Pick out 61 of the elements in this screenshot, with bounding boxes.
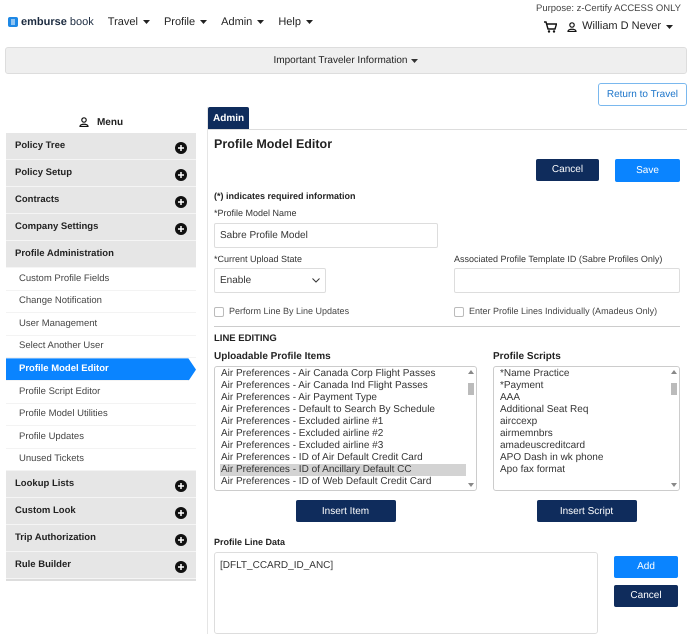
list-option[interactable]: Air Preferences - Excluded airline #3 <box>220 440 466 452</box>
nav-menu[interactable]: Help <box>278 14 313 30</box>
section-heading: LINE EDITING <box>214 332 278 346</box>
list-box[interactable]: *Name Practice *Payment AAA Additional Seat Req airccexp airmemnbrs amadeuscreditcard APO Dash in wk phone Apo fax format <box>493 366 680 491</box>
menu-title: Menu <box>96 116 124 130</box>
list-option[interactable]: Air Preferences - ID of Ancillary Default CC <box>220 464 466 476</box>
list-option[interactable]: Air Preferences - Air Canada Ind Flight Passes <box>220 380 466 392</box>
user-menu[interactable]: William D Never <box>567 18 673 35</box>
menu-group[interactable]: Rule Builder <box>6 552 196 580</box>
required-note: (*) indicates required information <box>214 190 357 203</box>
info-banner[interactable]: Important Traveler Information <box>5 47 687 74</box>
menu-group[interactable]: Policy Tree <box>6 133 196 160</box>
list-option[interactable]: Air Preferences - ID of Air Default Credit Card <box>220 452 466 464</box>
menu-group[interactable]: Profile Administration <box>6 241 196 268</box>
menu-item[interactable]: Profile Model Editor <box>6 358 196 381</box>
list-option[interactable]: Air Preferences - Air Canada Corp Flight Passes <box>220 368 466 380</box>
save-button[interactable]: Save <box>615 158 680 182</box>
list-option[interactable]: Air Preferences - Excluded airline #1 <box>220 416 466 428</box>
list-option[interactable]: *Name Practice <box>499 368 669 380</box>
list-option[interactable]: Apo fax format <box>499 464 669 476</box>
field-label: *Profile Model Name <box>214 207 298 220</box>
list-label: Uploadable Profile Items <box>214 350 332 364</box>
menu-group[interactable]: Company Settings <box>6 214 196 241</box>
list-option[interactable]: APO Dash in wk phone <box>499 452 669 464</box>
field-label: Associated Profile Template ID (Sabre Profiles Only) <box>454 252 664 266</box>
list-option[interactable]: airccexp <box>499 416 669 428</box>
checkbox-label: Enter Profile Lines Individually (Amadeus Only) <box>469 305 658 318</box>
menu-group[interactable]: Contracts <box>6 187 196 214</box>
add-button[interactable]: Add <box>614 556 678 578</box>
insert-button[interactable]: Insert Item <box>296 500 396 522</box>
nav-menu[interactable]: Travel <box>108 14 150 30</box>
input-field[interactable]: Sabre Profile Model <box>214 222 438 248</box>
return-button[interactable]: Return to Travel <box>598 83 687 106</box>
cancel-button[interactable]: Cancel <box>536 158 599 181</box>
checkbox-label: Perform Line By Line Updates <box>229 305 350 318</box>
tab[interactable]: Admin <box>208 107 250 129</box>
field-label: *Current Upload State <box>214 252 304 266</box>
list-option[interactable]: Air Preferences - Default to Search By Schedule <box>220 404 466 416</box>
list-option[interactable]: Additional Seat Req <box>499 404 669 416</box>
list-option[interactable]: airmemnbrs <box>499 428 669 440</box>
select-field[interactable]: Enable <box>214 268 326 294</box>
list-option[interactable]: Air Preferences - ID of Web Default Credit Card <box>220 476 466 488</box>
menu-group[interactable]: Policy Setup <box>6 160 196 187</box>
list-option[interactable]: Air Preferences - Air Payment Type <box>220 392 466 404</box>
list-option[interactable]: amadeuscreditcard <box>499 440 669 452</box>
menu-group[interactable]: Trip Authorization <box>6 525 196 552</box>
logo-text[interactable]: emburse book <box>21 14 94 30</box>
list-option[interactable]: *Payment <box>499 380 669 392</box>
list-option[interactable]: Air Preferences - Excluded airline #2 <box>220 428 466 440</box>
list-label: Profile Scripts <box>493 350 562 364</box>
menu-group[interactable]: Custom Look <box>6 498 196 526</box>
nav-menu[interactable]: Admin <box>221 14 264 30</box>
nav-menu[interactable]: Profile <box>164 14 208 30</box>
purpose-text: Purpose: z-Certify ACCESS ONLY <box>536 2 681 16</box>
text-area[interactable]: [DFLT_CCARD_ID_ANC] <box>214 552 598 634</box>
field-label: Profile Line Data <box>214 536 286 549</box>
cancel-button[interactable]: Cancel <box>614 584 678 606</box>
menu-group[interactable]: Lookup Lists <box>6 471 196 498</box>
page-title: Profile Model Editor <box>214 136 334 153</box>
insert-button[interactable]: Insert Script <box>536 500 636 522</box>
list-option[interactable]: AAA <box>499 392 669 404</box>
